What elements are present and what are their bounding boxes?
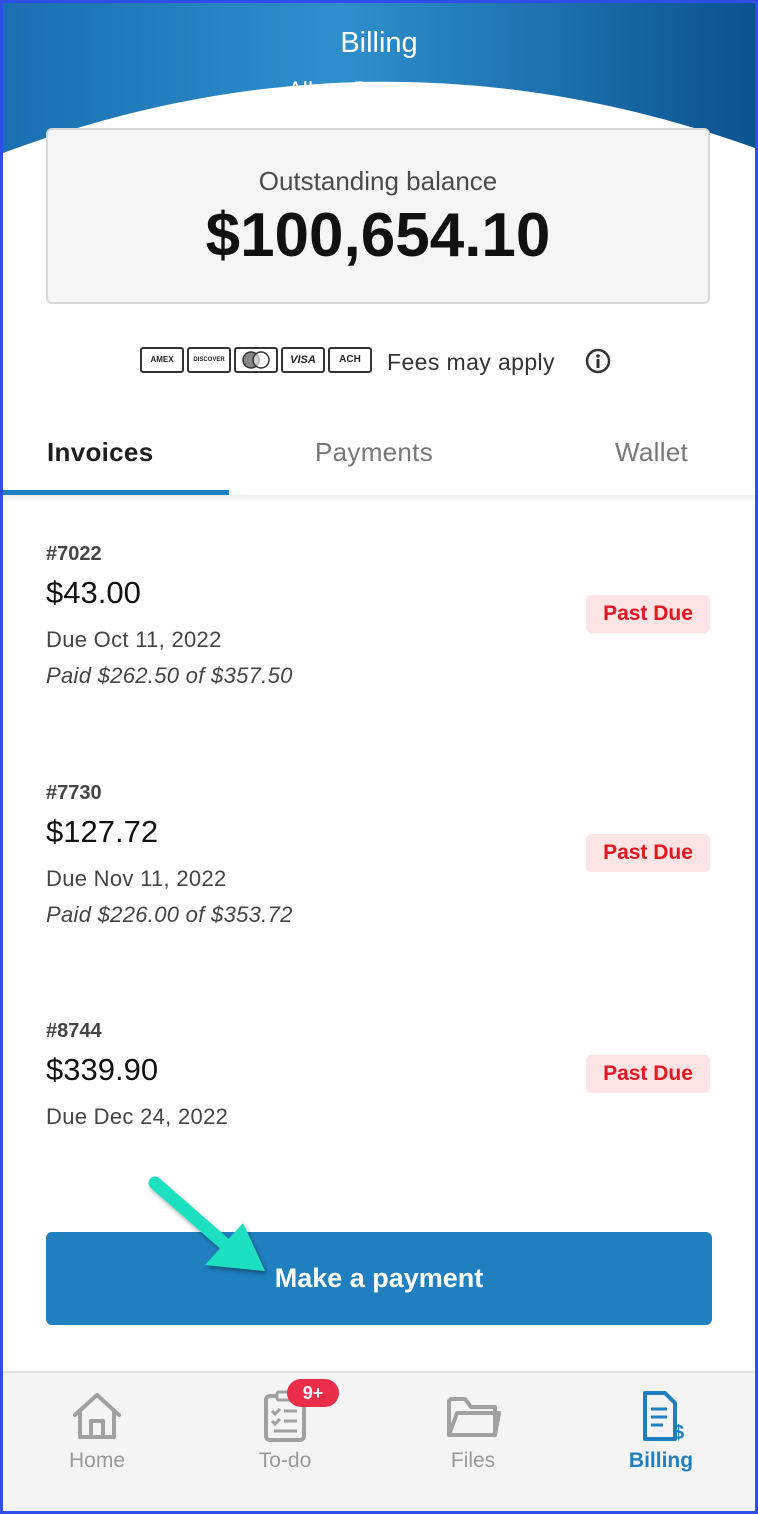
- ach-icon: ACH: [328, 347, 372, 373]
- nav-billing-label: Billing: [628, 1449, 694, 1472]
- invoice-due-date: Due Dec 24, 2022: [46, 1104, 229, 1129]
- invoice-amount: $127.72: [46, 814, 159, 849]
- nav-todo[interactable]: 9+ To-do: [191, 1373, 379, 1511]
- nav-billing[interactable]: $ Billing: [567, 1373, 755, 1511]
- fees-notice: Fees may apply: [387, 349, 555, 375]
- status-badge: Past Due: [586, 595, 710, 633]
- invoice-paid-summary: Paid $226.00 of $353.72: [46, 902, 293, 927]
- mastercard-icon: [234, 347, 278, 373]
- page-title: Billing: [340, 27, 418, 59]
- billing-document-icon: $: [643, 1391, 684, 1443]
- billing-tabs: Invoices Payments Wallet: [3, 423, 755, 495]
- invoice-paid-summary: Paid $262.50 of $357.50: [46, 663, 293, 688]
- nav-home-label: Home: [68, 1449, 126, 1472]
- invoice-number: #7022: [46, 543, 102, 565]
- tab-invoices[interactable]: Invoices: [47, 437, 153, 468]
- invoice-due-date: Due Nov 11, 2022: [46, 866, 227, 891]
- invoice-due-date: Due Oct 11, 2022: [46, 627, 222, 652]
- balance-amount: $100,654.10: [205, 201, 551, 270]
- home-icon: [73, 1393, 121, 1439]
- nav-todo-label: To-do: [258, 1449, 312, 1472]
- visa-card-icon: VISA: [281, 347, 325, 373]
- invoice-row[interactable]: #7730 $127.72 Due Nov 11, 2022 Paid $226…: [46, 782, 710, 982]
- invoice-amount: $43.00: [46, 575, 141, 610]
- tab-wallet[interactable]: Wallet: [615, 437, 688, 468]
- nav-files[interactable]: Files: [379, 1373, 567, 1511]
- balance-label: Outstanding balance: [258, 166, 498, 196]
- invoice-number: #7730: [46, 782, 102, 804]
- amex-card-icon: AMEX: [140, 347, 184, 373]
- tabs-divider: [3, 495, 755, 503]
- nav-home[interactable]: Home: [3, 1373, 191, 1511]
- discover-card-icon: DISCOVER: [187, 347, 231, 373]
- bottom-navigation: Home 9+ To-do Files $ Billing: [3, 1371, 755, 1511]
- info-icon[interactable]: [585, 348, 611, 374]
- account-holder-name: Albert Brennaman: [287, 77, 471, 102]
- status-badge: Past Due: [586, 834, 710, 872]
- invoice-number: #8744: [46, 1020, 102, 1042]
- tab-payments[interactable]: Payments: [315, 437, 433, 468]
- svg-text:$: $: [673, 1422, 684, 1443]
- nav-files-label: Files: [450, 1449, 496, 1472]
- invoice-amount: $339.90: [46, 1052, 159, 1087]
- annotation-arrow-icon: [148, 1176, 265, 1271]
- folder-icon: [447, 1397, 501, 1437]
- app-frame: Billing Albert Brennaman Outstanding bal…: [0, 0, 758, 1514]
- invoice-row[interactable]: #7022 $43.00 Due Oct 11, 2022 Paid $262.…: [46, 543, 710, 743]
- outstanding-balance-card: Outstanding balance $100,654.10: [46, 128, 710, 304]
- status-badge: Past Due: [586, 1055, 710, 1093]
- todo-count-badge: 9+: [287, 1379, 339, 1407]
